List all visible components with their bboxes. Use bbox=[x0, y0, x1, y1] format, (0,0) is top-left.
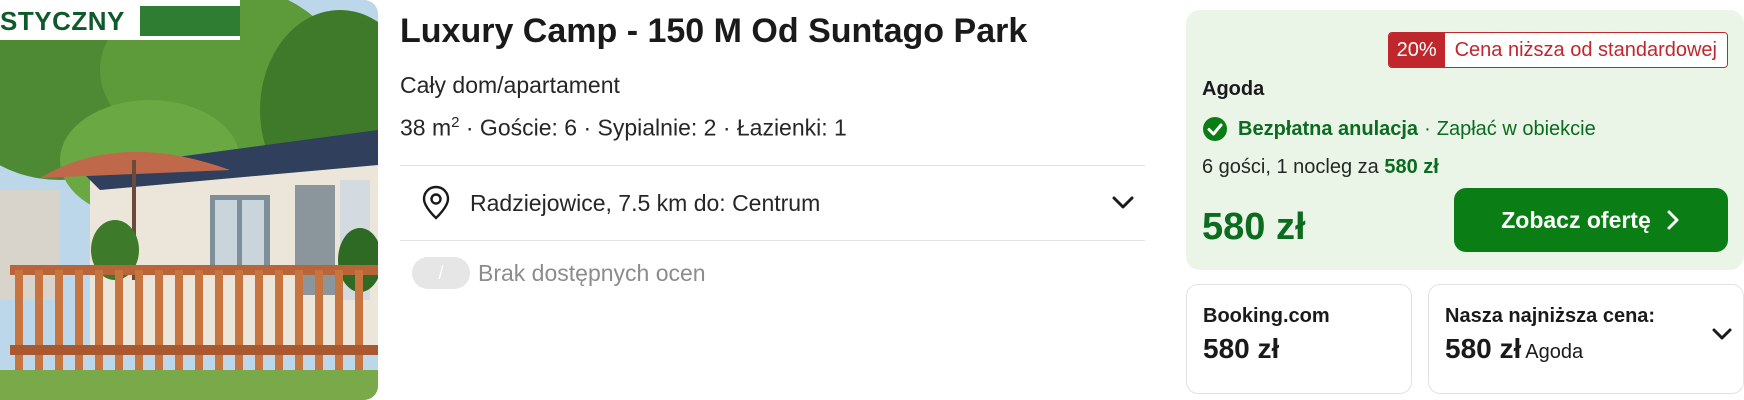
listing-specs: 38 m2 · Goście: 6 · Sypialnie: 2 · Łazie… bbox=[400, 114, 847, 142]
check-circle-icon bbox=[1203, 117, 1227, 141]
chevron-down-icon[interactable] bbox=[1111, 192, 1135, 214]
discount-label: Cena niższa od standardowej bbox=[1444, 33, 1727, 67]
rating-text: Brak dostępnych ocen bbox=[478, 259, 706, 286]
listing-card: STYCZNY Luxury Camp - 150 M Od Suntago P… bbox=[0, 0, 1744, 400]
listing-title[interactable]: Luxury Camp - 150 M Od Suntago Park bbox=[400, 12, 1027, 51]
location-text: Radziejowice, 7.5 km do: Centrum bbox=[470, 189, 821, 216]
rating-row: / Brak dostępnych ocen bbox=[412, 256, 706, 290]
rating-pill: / bbox=[412, 257, 470, 289]
booking-price: 580 zł bbox=[1203, 333, 1280, 364]
deal-provider: Agoda bbox=[1202, 78, 1265, 100]
listing-type: Cały dom/apartament bbox=[400, 72, 620, 98]
guests-nights-row: 6 gości, 1 nocleg za 580 zł bbox=[1202, 156, 1439, 179]
specs-rest: · Goście: 6 · Sypialnie: 2 · Łazienki: 1 bbox=[459, 114, 847, 141]
chevron-right-icon bbox=[1667, 210, 1679, 230]
chevron-down-icon[interactable] bbox=[1711, 325, 1733, 343]
divider bbox=[400, 240, 1145, 241]
free-cancellation-label: Bezpłatna anulacja bbox=[1238, 117, 1419, 140]
booking-provider-label: Booking.com bbox=[1203, 305, 1330, 327]
lowest-price-provider: Agoda bbox=[1525, 341, 1584, 363]
map-pin-icon bbox=[422, 185, 450, 220]
specs-area: 38 m bbox=[400, 114, 452, 141]
lowest-price-box[interactable]: Nasza najniższa cena: 580 zł Agoda bbox=[1428, 284, 1744, 394]
lowest-price-value: 580 zł Agoda bbox=[1445, 333, 1583, 365]
pay-at-property-label: Zapłać w obiekcie bbox=[1436, 117, 1596, 140]
guests-nights-price: 580 zł bbox=[1384, 156, 1439, 178]
listing-photo[interactable]: STYCZNY bbox=[0, 0, 378, 400]
location-row[interactable]: Radziejowice, 7.5 km do: Centrum bbox=[400, 166, 1145, 240]
deal-price: 580 zł bbox=[1202, 206, 1306, 248]
listing-info: Luxury Camp - 150 M Od Suntago Park Cały… bbox=[400, 0, 1145, 400]
photo-badge-text: STYCZNY bbox=[0, 6, 125, 36]
discount-badge: 20% Cena niższa od standardowej bbox=[1387, 32, 1728, 68]
view-offer-button[interactable]: Zobacz ofertę bbox=[1454, 188, 1728, 252]
photo-illustration bbox=[0, 0, 378, 400]
guests-nights-text: 6 gości, 1 nocleg za bbox=[1202, 156, 1385, 178]
discount-percent: 20% bbox=[1388, 33, 1445, 67]
separator-dot: · bbox=[1424, 117, 1431, 140]
lowest-price-amount: 580 zł bbox=[1445, 333, 1522, 364]
lowest-price-label: Nasza najniższa cena: bbox=[1445, 305, 1656, 327]
view-offer-label: Zobacz ofertę bbox=[1501, 206, 1651, 233]
cancellation-row: Bezpłatna anulacja · Zapłać w obiekcie bbox=[1202, 116, 1596, 142]
booking-offer-box[interactable]: Booking.com 580 zł bbox=[1186, 284, 1412, 394]
deal-panel[interactable]: 20% Cena niższa od standardowej Agoda Be… bbox=[1186, 10, 1744, 270]
